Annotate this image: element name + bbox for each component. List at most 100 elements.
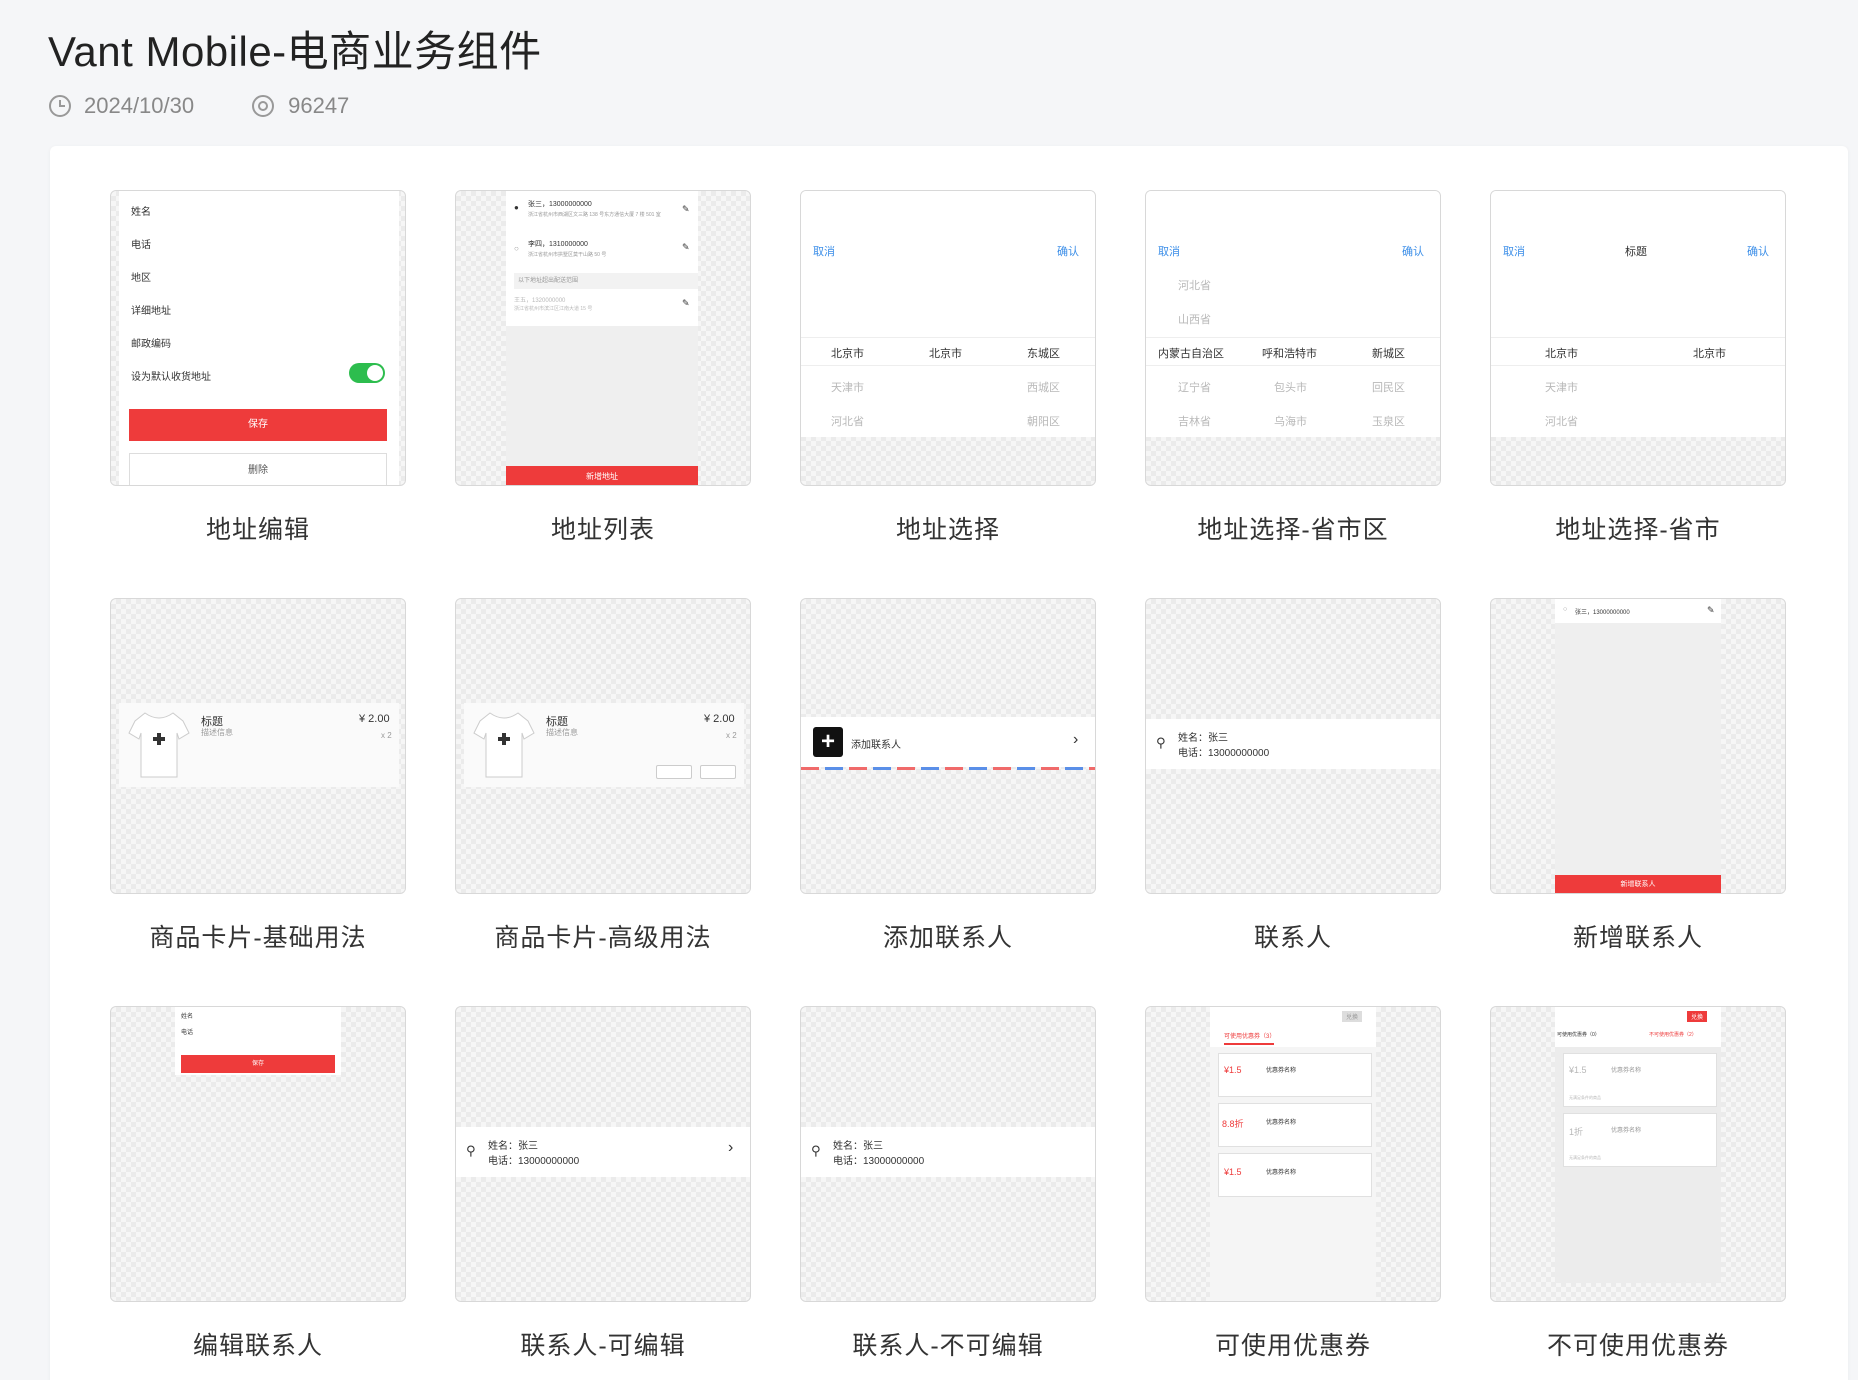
thumbnail[interactable]: 姓名 电话 保存 (110, 1006, 406, 1302)
card-coupon-unavailable[interactable]: 兑换 可使用优惠券（0） 不可使用优惠券（2） ¥1.5 优惠券名称 无满足条件… (1490, 1006, 1786, 1362)
user-icon: ⚲ (811, 1143, 821, 1158)
action-button[interactable] (656, 765, 692, 779)
field-label: 电话 (181, 1030, 194, 1036)
thumbnail[interactable]: 兑换 可使用优惠券（3） ¥1.5 优惠券名称 8.8折 优惠券名称 ¥1.5 … (1145, 1006, 1441, 1302)
picker-option[interactable]: 内蒙古自治区 (1158, 345, 1224, 361)
picker-option[interactable]: 北京市 (1545, 345, 1578, 361)
cancel-button[interactable]: 取消 (813, 243, 835, 259)
edit-icon[interactable]: ✎ (1707, 605, 1715, 616)
card-contact[interactable]: ⚲ 姓名：张三 电话：13000000000 联系人 (1145, 598, 1441, 954)
thumbnail[interactable]: 兑换 可使用优惠券（0） 不可使用优惠券（2） ¥1.5 优惠券名称 无满足条件… (1490, 1006, 1786, 1302)
cancel-button[interactable]: 取消 (1158, 243, 1180, 259)
picker-option[interactable]: 玉泉区 (1372, 413, 1405, 429)
thumbnail[interactable]: 标题 描述信息 ¥ 2.00 x 2 (455, 598, 751, 894)
card-address-list[interactable]: ● 张三，13000000000 浙江省杭州市西湖区文三路 138 号东方通信大… (455, 190, 751, 546)
coupon-name: 优惠券名称 (1266, 1068, 1297, 1074)
goods-price: ¥ 2.00 (359, 713, 390, 725)
card-caption: 新增联系人 (1572, 924, 1703, 952)
tshirt-image (473, 712, 535, 778)
action-button[interactable] (700, 765, 736, 779)
picker-option[interactable]: 新城区 (1372, 345, 1405, 361)
contact-name: 姓名：张三 (833, 1141, 883, 1152)
thumbnail[interactable]: ⚲ 姓名：张三 电话：13000000000 (800, 1006, 1096, 1302)
picker-option[interactable]: 河北省 (831, 413, 864, 429)
confirm-button[interactable]: 确认 (1402, 243, 1424, 259)
edit-icon[interactable]: ✎ (682, 204, 690, 215)
chevron-right-icon[interactable]: › (728, 1139, 733, 1157)
default-switch[interactable] (349, 363, 385, 383)
edit-icon[interactable]: ✎ (682, 242, 690, 253)
exchange-button[interactable]: 兑换 (1342, 1011, 1363, 1022)
coupon-item[interactable] (1218, 1053, 1372, 1097)
cancel-button[interactable]: 取消 (1503, 243, 1525, 259)
card-area-province-city[interactable]: 取消 标题 确认 北京市 天津市 河北省 北京市 地址选择-省市 (1490, 190, 1786, 546)
picker-option[interactable]: 吉林省 (1178, 413, 1211, 429)
delete-button[interactable]: 删除 (129, 453, 387, 485)
radio-icon[interactable]: ○ (514, 244, 519, 253)
coupon-value: 1折 (1569, 1127, 1584, 1137)
thumbnail[interactable]: ○ 张三，13000000000 ✎ 新增联系人 (1490, 598, 1786, 894)
save-button[interactable]: 保存 (181, 1055, 335, 1073)
picker-option[interactable]: 北京市 (929, 345, 962, 361)
card-address-edit[interactable]: 姓名 电话 地区 详细地址 邮政编码 设为默认收货地址 保存 删除 地址编辑 (110, 190, 406, 546)
tab-available[interactable]: 可使用优惠券（0） (1557, 1031, 1600, 1038)
radio-checked-icon[interactable]: ● (514, 203, 519, 212)
picker-option[interactable]: 包头市 (1274, 379, 1307, 395)
card-contact-readonly[interactable]: ⚲ 姓名：张三 电话：13000000000 联系人-不可编辑 (800, 1006, 1096, 1362)
card-goods-advanced[interactable]: 标题 描述信息 ¥ 2.00 x 2 商品卡片-高级用法 (455, 598, 751, 954)
card-edit-contact[interactable]: 姓名 电话 保存 编辑联系人 (110, 1006, 406, 1362)
component-gallery: 姓名 电话 地区 详细地址 邮政编码 设为默认收货地址 保存 删除 地址编辑 ●… (50, 146, 1848, 1380)
thumbnail[interactable]: ● 张三，13000000000 浙江省杭州市西湖区文三路 138 号东方通信大… (455, 190, 751, 486)
thumbnail[interactable]: + 添加联系人 › (800, 598, 1096, 894)
add-address-button[interactable]: 新增地址 (506, 466, 698, 485)
picker-option[interactable]: 呼和浩特市 (1262, 345, 1317, 361)
picker-option[interactable]: 天津市 (1545, 379, 1578, 395)
picker-option[interactable]: 山西省 (1178, 311, 1211, 327)
tab-available[interactable]: 可使用优惠券（3） (1224, 1031, 1275, 1040)
card-new-contact[interactable]: ○ 张三，13000000000 ✎ 新增联系人 新增联系人 (1490, 598, 1786, 954)
chevron-right-icon[interactable]: › (1073, 731, 1078, 749)
picker-option[interactable]: 河北省 (1545, 413, 1578, 429)
confirm-button[interactable]: 确认 (1747, 243, 1769, 259)
picker-option[interactable]: 北京市 (831, 345, 864, 361)
confirm-button[interactable]: 确认 (1057, 243, 1079, 259)
thumbnail[interactable]: ⚲ 姓名：张三 电话：13000000000 (1145, 598, 1441, 894)
picker-option[interactable]: 乌海市 (1274, 413, 1307, 429)
edit-icon[interactable]: ✎ (682, 298, 690, 309)
card-goods-basic[interactable]: 标题 描述信息 ¥ 2.00 x 2 商品卡片-基础用法 (110, 598, 406, 954)
card-contact-editable[interactable]: ⚲ 姓名：张三 电话：13000000000 › 联系人-可编辑 (455, 1006, 751, 1362)
page-meta: 2024/10/30 96247 (48, 93, 542, 119)
card-coupon-available[interactable]: 兑换 可使用优惠券（3） ¥1.5 优惠券名称 8.8折 优惠券名称 ¥1.5 … (1145, 1006, 1441, 1362)
date-meta: 2024/10/30 (48, 93, 194, 119)
thumbnail[interactable]: 取消 确认 北京市 天津市 河北省 北京市 东城区 西城区 朝阳区 (800, 190, 1096, 486)
eye-icon (252, 95, 275, 117)
contact-tel: 电话：13000000000 (1178, 748, 1270, 759)
thumbnail[interactable]: ⚲ 姓名：张三 电话：13000000000 › (455, 1006, 751, 1302)
exchange-button[interactable]: 兑换 (1687, 1011, 1708, 1022)
picker-option[interactable]: 北京市 (1693, 345, 1726, 361)
thumbnail[interactable]: 标题 描述信息 ¥ 2.00 x 2 (110, 598, 406, 894)
picker-option[interactable]: 天津市 (831, 379, 864, 395)
contact-name: 姓名：张三 (1178, 733, 1228, 744)
thumbnail[interactable]: 取消 标题 确认 北京市 天津市 河北省 北京市 (1490, 190, 1786, 486)
card-caption: 地址选择-省市区 (1197, 516, 1389, 544)
picker-option[interactable]: 东城区 (1027, 345, 1060, 361)
thumbnail[interactable]: 取消 确认 河北省 山西省 内蒙古自治区 辽宁省 吉林省 呼和浩特市 包头市 乌… (1145, 190, 1441, 486)
card-add-contact[interactable]: + 添加联系人 › 添加联系人 (800, 598, 1096, 954)
picker-option[interactable]: 朝阳区 (1027, 413, 1060, 429)
coupon-note: 无满足条件的商品 (1569, 1155, 1601, 1160)
tab-unavailable[interactable]: 不可使用优惠券（2） (1649, 1031, 1697, 1038)
save-button[interactable]: 保存 (129, 409, 387, 441)
radio-icon[interactable]: ○ (1563, 606, 1567, 613)
goods-num: x 2 (726, 731, 737, 740)
card-area[interactable]: 取消 确认 北京市 天津市 河北省 北京市 东城区 西城区 朝阳区 地址选择 (800, 190, 1096, 546)
picker-option[interactable]: 河北省 (1178, 277, 1211, 293)
thumbnail[interactable]: 姓名 电话 地区 详细地址 邮政编码 设为默认收货地址 保存 删除 (110, 190, 406, 486)
picker-option[interactable]: 回民区 (1372, 379, 1405, 395)
picker-option[interactable]: 辽宁省 (1178, 379, 1211, 395)
card-area-province-city-district[interactable]: 取消 确认 河北省 山西省 内蒙古自治区 辽宁省 吉林省 呼和浩特市 包头市 乌… (1145, 190, 1441, 546)
new-contact-button[interactable]: 新增联系人 (1555, 875, 1721, 893)
plus-icon[interactable]: + (813, 727, 843, 757)
contact-tel: 电话：13000000000 (833, 1156, 925, 1167)
picker-option[interactable]: 西城区 (1027, 379, 1060, 395)
